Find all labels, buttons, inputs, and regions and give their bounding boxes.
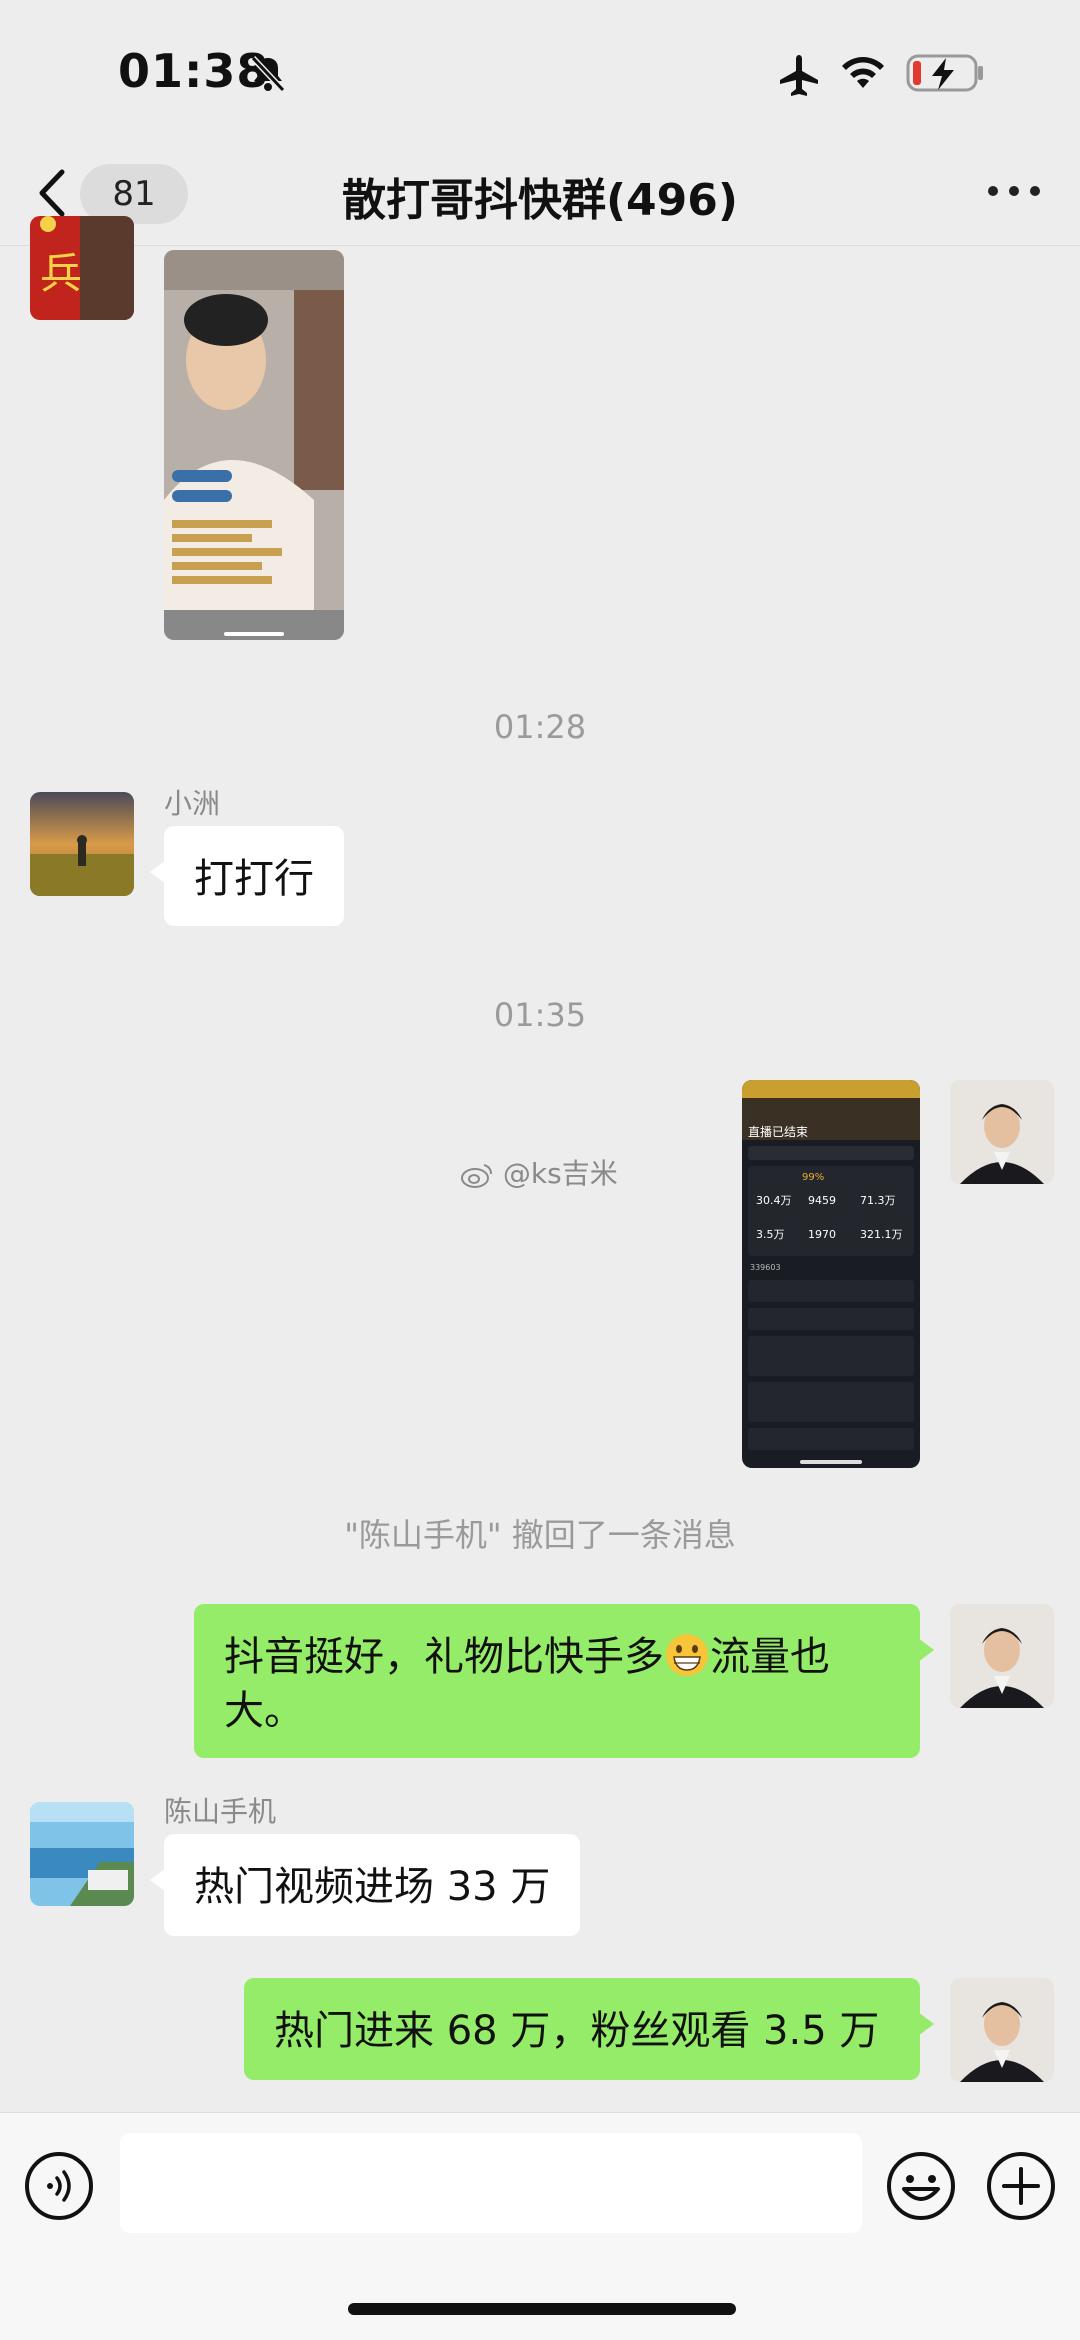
thumb-pct: 99%: [802, 1172, 824, 1183]
avatar[interactable]: [30, 792, 134, 896]
svg-text:兵: 兵: [40, 249, 82, 298]
thumb-stat: 71.3万: [860, 1194, 896, 1207]
unread-count-badge: 81: [80, 164, 188, 224]
battery-charging-icon: [906, 54, 983, 92]
message-bubble[interactable]: 热门视频进场 33 万: [149, 1834, 581, 1936]
chevron-left-icon: [39, 169, 65, 217]
timestamp: 01:35: [493, 996, 587, 1034]
dot-icon: [988, 186, 998, 196]
avatar[interactable]: [950, 1604, 1054, 1708]
chat-title: 散打哥抖快群(496): [341, 175, 739, 226]
thumb-stat: 321.1万: [860, 1228, 903, 1241]
home-indicator[interactable]: [348, 2303, 736, 2315]
avatar[interactable]: [950, 1978, 1054, 2082]
live-stats-screenshot[interactable]: 直播已结束 99% 30.4万 9459 71.3万 3.5万 1970 321…: [742, 1080, 920, 1468]
status-time: 01:38: [118, 44, 270, 98]
status-bar: 01:38: [0, 0, 1080, 140]
message-text: 抖音挺好，礼物比快手多: [224, 1634, 664, 1680]
message-bubble[interactable]: 打打行: [150, 826, 344, 926]
wifi-icon: [842, 57, 884, 88]
avatar[interactable]: 兵: [30, 216, 134, 320]
message-input[interactable]: [120, 2133, 862, 2233]
thumb-stat: 30.4万: [756, 1194, 792, 1207]
weibo-icon: [461, 1164, 492, 1188]
thumb-stat: 3.5万: [756, 1228, 785, 1241]
more-options-button[interactable]: [984, 166, 1044, 216]
thumb-stat: 9459: [808, 1194, 836, 1207]
avatar[interactable]: [30, 1802, 134, 1906]
voice-input-button[interactable]: [24, 2151, 94, 2221]
message-bubble[interactable]: 抖音挺好，礼物比快手多 流量也大。: [194, 1604, 934, 1758]
thumb-count: 339603: [750, 1263, 781, 1272]
sender-name: 小洲: [164, 787, 221, 820]
chat-header: 81 散打哥抖快群(496): [0, 140, 1080, 246]
sender-name: 陈山手机: [164, 1795, 277, 1828]
thumb-stat: 1970: [808, 1228, 836, 1241]
watermark: @ks吉米: [460, 1152, 618, 1192]
input-bar: [0, 2112, 1080, 2340]
emoji-button[interactable]: [886, 2151, 956, 2221]
bell-muted-icon: [250, 55, 286, 93]
airplane-icon: [780, 55, 818, 96]
plus-button[interactable]: [986, 2151, 1056, 2221]
watermark-text: @ks吉米: [502, 1157, 618, 1190]
live-video-screenshot[interactable]: [164, 250, 344, 640]
avatar[interactable]: [950, 1080, 1054, 1184]
thumb-header: 直播已结束: [748, 1125, 808, 1139]
dot-icon: [1009, 186, 1019, 196]
message-bubble[interactable]: 热门进来 68 万，粉丝观看 3.5 万: [244, 1978, 934, 2080]
recall-notice: "陈山手机" 撤回了一条消息: [344, 1516, 736, 1554]
dot-icon: [1030, 186, 1040, 196]
timestamp: 01:28: [493, 708, 587, 746]
grinning-face-emoji: [666, 1634, 708, 1676]
